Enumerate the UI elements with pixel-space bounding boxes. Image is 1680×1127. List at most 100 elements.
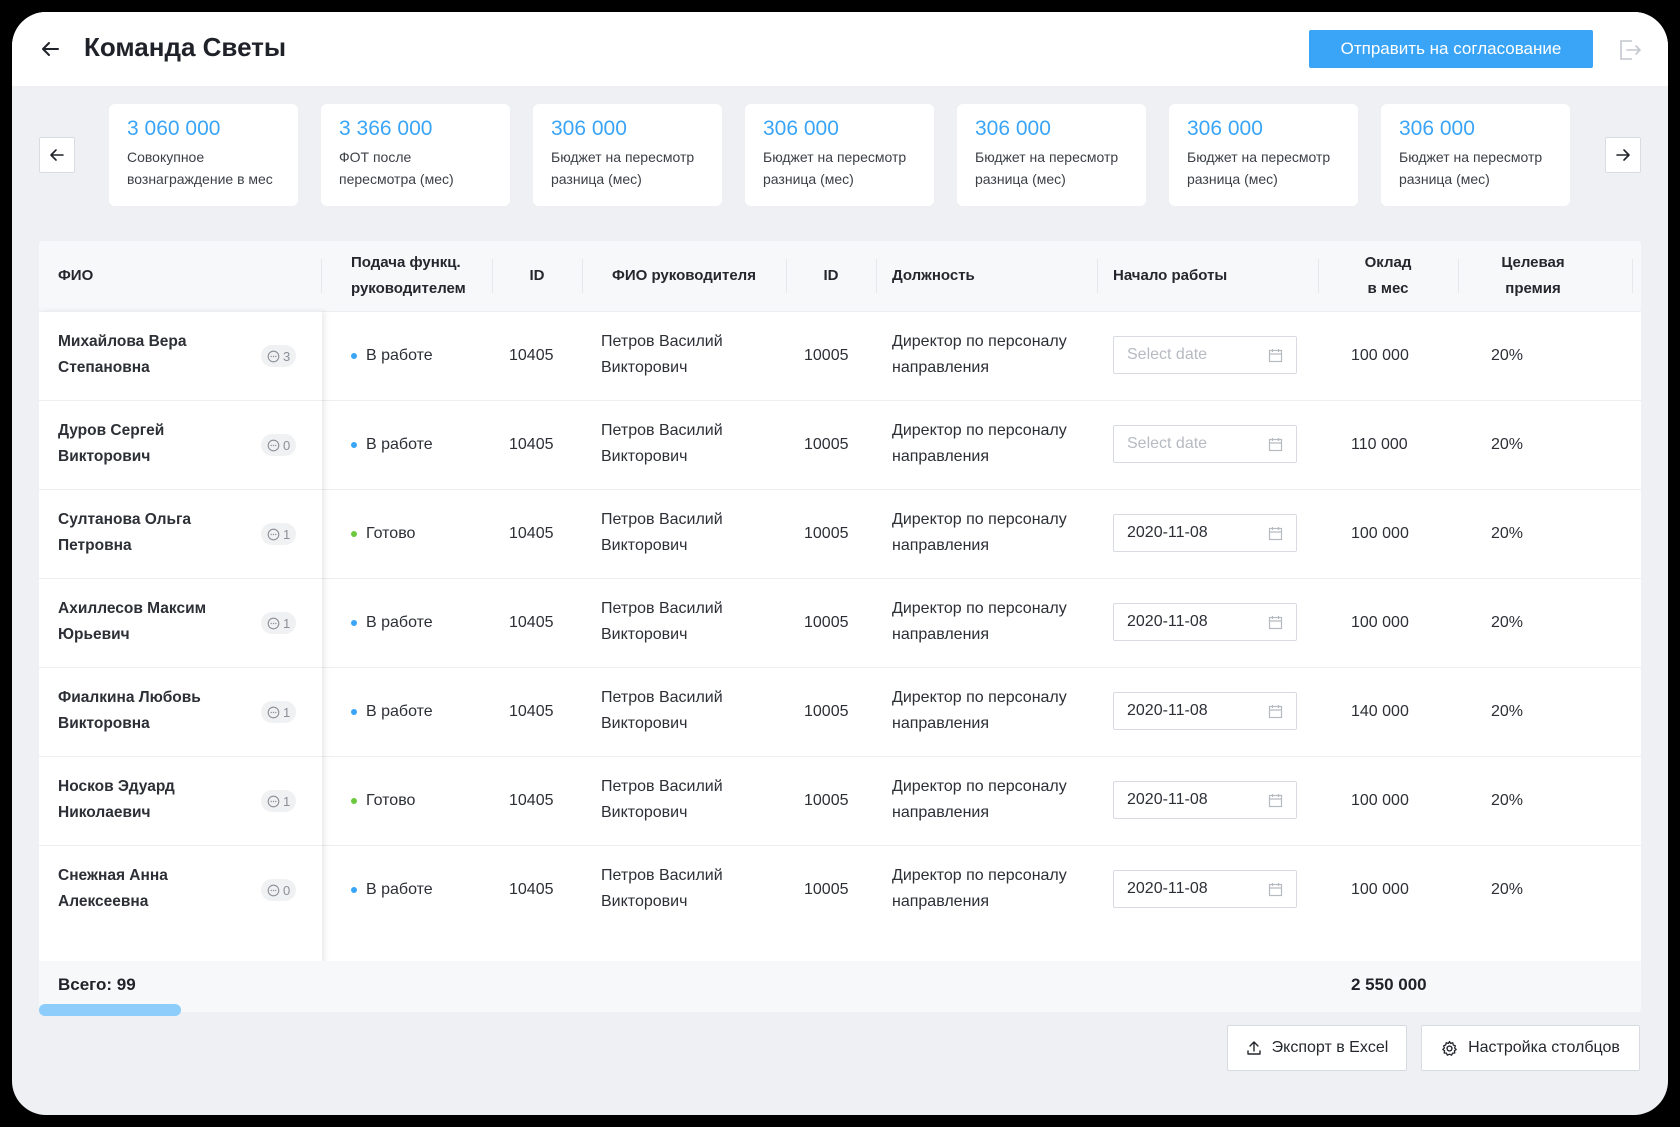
column-header-manager-id[interactable]: ID [786, 241, 876, 311]
stat-card: 306 000 Бюджет на пересмотр разница (мес) [957, 104, 1146, 206]
manager-name: Петров Василий Викторович [601, 778, 723, 821]
comments-badge[interactable]: 1 [261, 612, 297, 634]
employee-id: 10405 [509, 347, 554, 364]
manager-name: Петров Василий Викторович [601, 867, 723, 910]
start-date-value: 2020-11-08 [1127, 524, 1208, 541]
calendar-icon [1268, 704, 1283, 718]
column-header-salary[interactable]: Оклад в мес [1318, 241, 1458, 311]
status-label: В работе [366, 703, 433, 720]
start-date-picker[interactable]: Select date [1113, 425, 1297, 463]
table-row[interactable]: Снежная Анна Алексеевна 0 В работе 10405 Петр… [39, 845, 1641, 934]
target-bonus: 20% [1491, 347, 1524, 364]
employee-name[interactable]: Ахиллесов Максим Юрьевич [58, 596, 206, 648]
start-date-value: Select date [1127, 435, 1208, 452]
manager-id: 10005 [804, 347, 849, 364]
cards-next-button[interactable] [1605, 137, 1641, 173]
logout-button[interactable] [1617, 37, 1643, 63]
target-bonus: 20% [1491, 792, 1524, 809]
position: Директор по персоналу направления [892, 511, 1067, 554]
table-row[interactable]: Ахиллесов Максим Юрьевич 1 В работе 10405 Пет… [39, 578, 1641, 667]
start-date-picker[interactable]: 2020-11-08 [1113, 781, 1297, 819]
status: В работе [351, 877, 433, 903]
comments-count: 1 [283, 615, 291, 631]
employee-name[interactable]: Снежная Анна Алексеевна [58, 863, 168, 915]
stat-card-value: 3 366 000 [339, 117, 433, 140]
status-dot [351, 709, 357, 715]
stat-card-value: 3 060 000 [127, 117, 221, 140]
export-excel-label: Экспорт в Excel [1271, 1039, 1389, 1056]
comments-badge[interactable]: 0 [261, 879, 297, 901]
column-header-id[interactable]: ID [492, 241, 582, 311]
comments-count: 0 [283, 437, 291, 453]
column-header-start-date[interactable]: Начало работы [1113, 241, 1313, 311]
table-row[interactable]: Дуров Сергей Викторович 0 В работе 10405 Петр… [39, 400, 1641, 489]
table-row[interactable]: Фиалкина Любовь Викторовна 1 В работе 10405 П… [39, 667, 1641, 756]
manager-id: 10005 [804, 525, 849, 542]
employee-name[interactable]: Фиалкина Любовь Викторовна [58, 685, 201, 737]
manager-name: Петров Василий Викторович [601, 600, 723, 643]
employee-id: 10405 [509, 525, 554, 542]
column-header-manager[interactable]: ФИО руководителя [582, 241, 786, 311]
status: В работе [351, 432, 433, 458]
salary: 100 000 [1351, 614, 1409, 631]
start-date-picker[interactable]: 2020-11-08 [1113, 870, 1297, 908]
salary: 100 000 [1351, 525, 1409, 542]
manager-id: 10005 [804, 703, 849, 720]
comments-badge[interactable]: 1 [261, 701, 297, 723]
horizontal-scrollbar[interactable] [39, 1004, 181, 1016]
start-date-picker[interactable]: 2020-11-08 [1113, 603, 1297, 641]
column-header-position[interactable]: Должность [892, 241, 1092, 311]
manager-id: 10005 [804, 614, 849, 631]
comments-badge[interactable]: 0 [261, 434, 297, 456]
employee-id: 10405 [509, 792, 554, 809]
position: Директор по персоналу направления [892, 689, 1067, 732]
calendar-icon [1268, 348, 1283, 362]
comment-icon [267, 439, 280, 451]
employee-name[interactable]: Султанова Ольга Петровна [58, 507, 191, 559]
status-label: Готово [366, 792, 416, 809]
total-salary-sum: 2 550 000 [1351, 975, 1427, 994]
table-row[interactable]: Носков Эдуард Николаевич 1 Готово 10405 Петро… [39, 756, 1641, 845]
comments-badge[interactable]: 1 [261, 790, 297, 812]
stat-card-label: ФОТ после пересмотра (мес) [339, 149, 454, 187]
status-dot [351, 531, 357, 537]
status-label: В работе [366, 614, 433, 631]
back-button[interactable] [36, 35, 64, 63]
calendar-icon [1268, 882, 1283, 896]
start-date-picker[interactable]: 2020-11-08 [1113, 692, 1297, 730]
export-excel-button[interactable]: Экспорт в Excel [1227, 1025, 1407, 1071]
target-bonus: 20% [1491, 436, 1524, 453]
stat-card-value: 306 000 [1399, 117, 1475, 140]
column-header-submit[interactable]: Подача функц. руководителем [351, 241, 511, 311]
comments-badge[interactable]: 3 [261, 345, 297, 367]
table-row[interactable]: Султанова Ольга Петровна 1 Готово 10405 Петро… [39, 489, 1641, 578]
stat-card-label: Бюджет на пересмотр разница (мес) [551, 149, 695, 187]
column-settings-button[interactable]: Настройка столбцов [1421, 1025, 1640, 1071]
employee-name[interactable]: Михайлова Вера Степановна [58, 329, 186, 381]
target-bonus: 20% [1491, 614, 1524, 631]
arrow-left-icon [50, 149, 64, 161]
status: В работе [351, 699, 433, 725]
column-divider [1632, 259, 1633, 293]
position: Директор по персоналу направления [892, 600, 1067, 643]
employee-id: 10405 [509, 703, 554, 720]
stat-card-label: Бюджет на пересмотр разница (мес) [975, 149, 1119, 187]
cards-prev-button[interactable] [39, 137, 75, 173]
salary: 100 000 [1351, 792, 1409, 809]
comment-icon [267, 350, 280, 362]
status-label: В работе [366, 881, 433, 898]
manager-name: Петров Василий Викторович [601, 689, 723, 732]
table-row[interactable]: Михайлова Вера Степановна 3 В работе 10405 Пе… [39, 311, 1641, 400]
submit-for-approval-button[interactable]: Отправить на согласование [1309, 30, 1593, 68]
start-date-picker[interactable]: 2020-11-08 [1113, 514, 1297, 552]
calendar-icon [1268, 526, 1283, 540]
column-header-fio[interactable]: ФИО [58, 241, 298, 311]
comments-badge[interactable]: 1 [261, 523, 297, 545]
start-date-picker[interactable]: Select date [1113, 336, 1297, 374]
employee-name[interactable]: Носков Эдуард Николаевич [58, 774, 175, 826]
column-header-bonus[interactable]: Целевая премия [1458, 241, 1608, 311]
stat-card-label: Бюджет на пересмотр разница (мес) [1399, 149, 1543, 187]
manager-id: 10005 [804, 436, 849, 453]
employee-name[interactable]: Дуров Сергей Викторович [58, 418, 164, 470]
status: Готово [351, 788, 415, 814]
